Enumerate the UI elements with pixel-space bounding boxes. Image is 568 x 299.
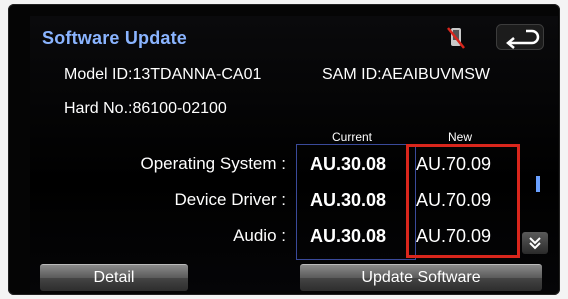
update-software-button[interactable]: Update Software [300,264,542,291]
row-current-device-driver: AU.30.08 [310,190,387,210]
page-title: Software Update [42,28,188,48]
row-label-audio: Audio : [233,226,286,245]
column-header-new: New [448,130,473,144]
phone-muted-icon [446,26,466,50]
row-label-device-driver: Device Driver : [174,190,286,209]
back-arrow-icon [496,24,544,50]
row-new-audio: AU.70.09 [416,226,492,246]
column-header-current: Current [332,130,373,144]
sam-id: SAM ID:AEAIBUVMSW [322,66,491,83]
row-current-audio: AU.30.08 [310,226,387,246]
chevron-down-icon [529,237,541,250]
row-new-device-driver: AU.70.09 [416,190,492,210]
screen: Software Update Model ID:13TDANNA-CA01 S… [30,16,558,291]
scroll-down-button[interactable] [522,232,548,254]
device-bezel: Software Update Model ID:13TDANNA-CA01 S… [8,4,560,295]
hard-number: Hard No.:86100-02100 [64,100,227,117]
detail-button[interactable]: Detail [40,264,188,291]
row-current-operating-system: AU.30.08 [310,154,387,174]
model-id: Model ID:13TDANNA-CA01 [64,66,262,83]
scroll-position-indicator [536,176,540,192]
row-new-operating-system: AU.70.09 [416,154,492,174]
row-label-operating-system: Operating System : [140,154,286,173]
back-button[interactable] [496,24,544,50]
